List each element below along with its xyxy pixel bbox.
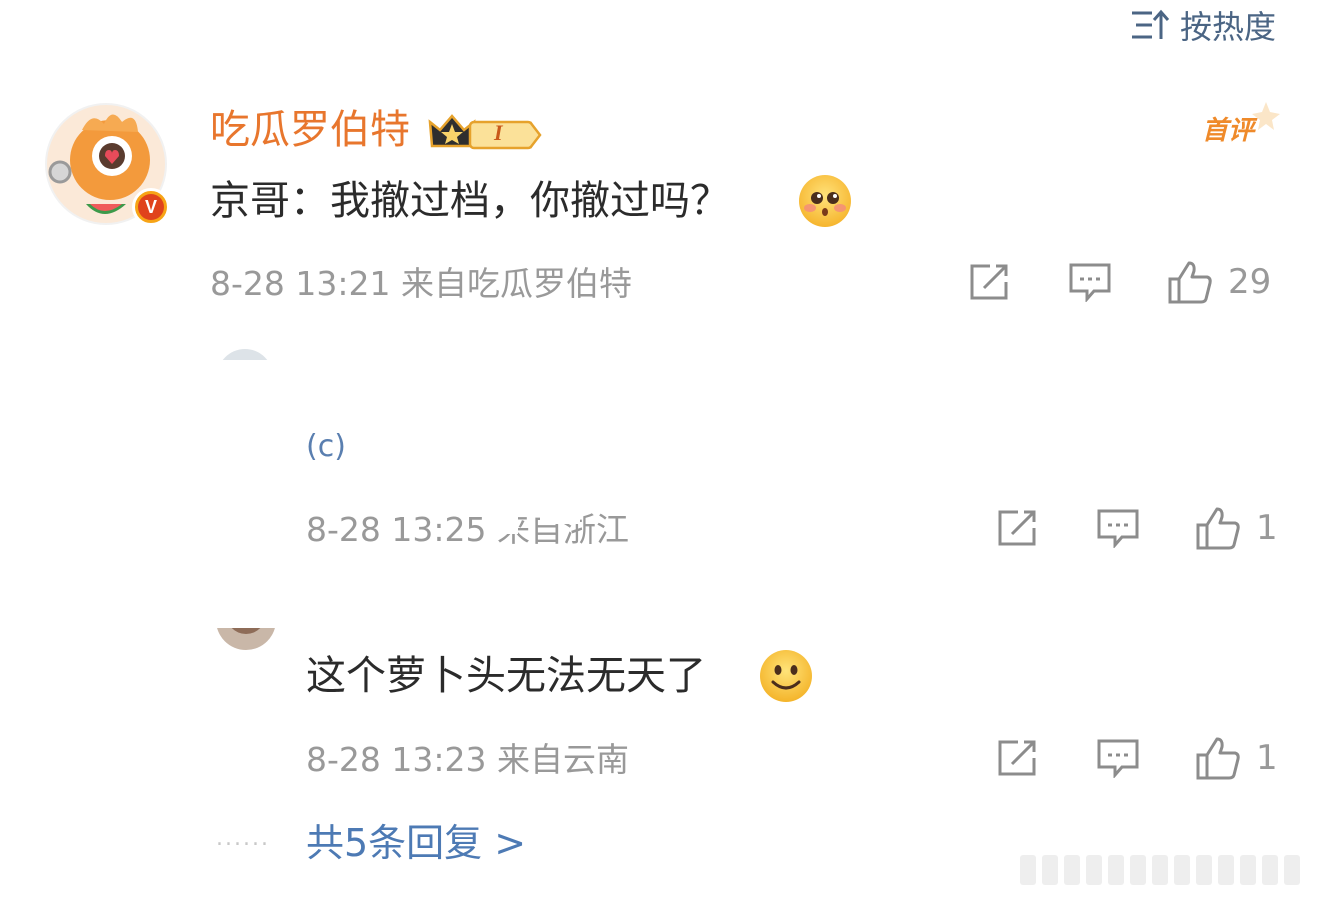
reply-button[interactable] <box>1066 258 1114 306</box>
thumbs-up-icon <box>1196 507 1240 550</box>
reply-text: (c) <box>306 432 346 462</box>
like-count: 1 <box>1256 508 1278 548</box>
comment-actions: 29 <box>966 258 1271 306</box>
reply-meta: 8-28 13:23 来自云南 <box>306 740 629 779</box>
crown-icon <box>428 114 542 150</box>
repost-button[interactable] <box>966 258 1014 306</box>
sort-toggle[interactable]: 按热度 <box>1130 2 1276 48</box>
reply-avatar[interactable] <box>216 348 274 360</box>
reply-text: 这个萝卜头无法无天了 <box>306 653 706 699</box>
comment-meta: 8-28 13:21 来自吃瓜罗伯特 <box>210 264 632 303</box>
repost-icon <box>998 510 1036 546</box>
redaction-mask <box>540 508 580 524</box>
repost-icon <box>970 264 1008 300</box>
smile-emoji-icon <box>758 648 814 708</box>
comment-text: 京哥：我撤过档，你撤过吗？ <box>210 178 730 224</box>
reply-button[interactable] <box>1094 504 1142 552</box>
repost-button[interactable] <box>994 504 1042 552</box>
repost-button[interactable] <box>994 734 1042 782</box>
like-button[interactable] <box>1166 258 1214 306</box>
like-button[interactable] <box>1194 504 1242 552</box>
like-count: 1 <box>1256 738 1278 778</box>
author-name[interactable]: 吃瓜罗伯特 <box>210 106 410 154</box>
member-level-badge[interactable]: I <box>426 108 546 156</box>
watermark <box>1020 850 1310 890</box>
redaction-mask <box>494 508 518 534</box>
reply-meta: 8-28 13:25 来自浙江 <box>306 510 629 549</box>
level-number: I <box>494 120 503 145</box>
comment-icon <box>1097 739 1139 778</box>
thumbs-up-icon <box>1196 737 1240 780</box>
thumbs-up-icon <box>1168 261 1212 304</box>
sort-label: 按热度 <box>1179 8 1276 46</box>
verified-badge: V <box>132 188 170 226</box>
view-all-replies-link[interactable]: 共5条回复 > <box>306 818 526 868</box>
author-avatar[interactable]: V <box>42 100 170 228</box>
reply-actions: 1 <box>994 734 1278 782</box>
like-button[interactable] <box>1194 734 1242 782</box>
reply-actions: 1 <box>994 504 1278 552</box>
comment-icon <box>1069 263 1111 302</box>
repost-icon <box>998 740 1036 776</box>
sort-icon <box>1131 9 1170 39</box>
reply-button[interactable] <box>1094 734 1142 782</box>
thread-dots: ...... <box>216 826 270 851</box>
like-count: 29 <box>1228 262 1272 302</box>
shy-emoji-icon <box>796 172 854 234</box>
comment-icon <box>1097 509 1139 548</box>
first-comment-badge: 首评 <box>1200 100 1280 150</box>
reply-avatar[interactable] <box>214 628 278 652</box>
